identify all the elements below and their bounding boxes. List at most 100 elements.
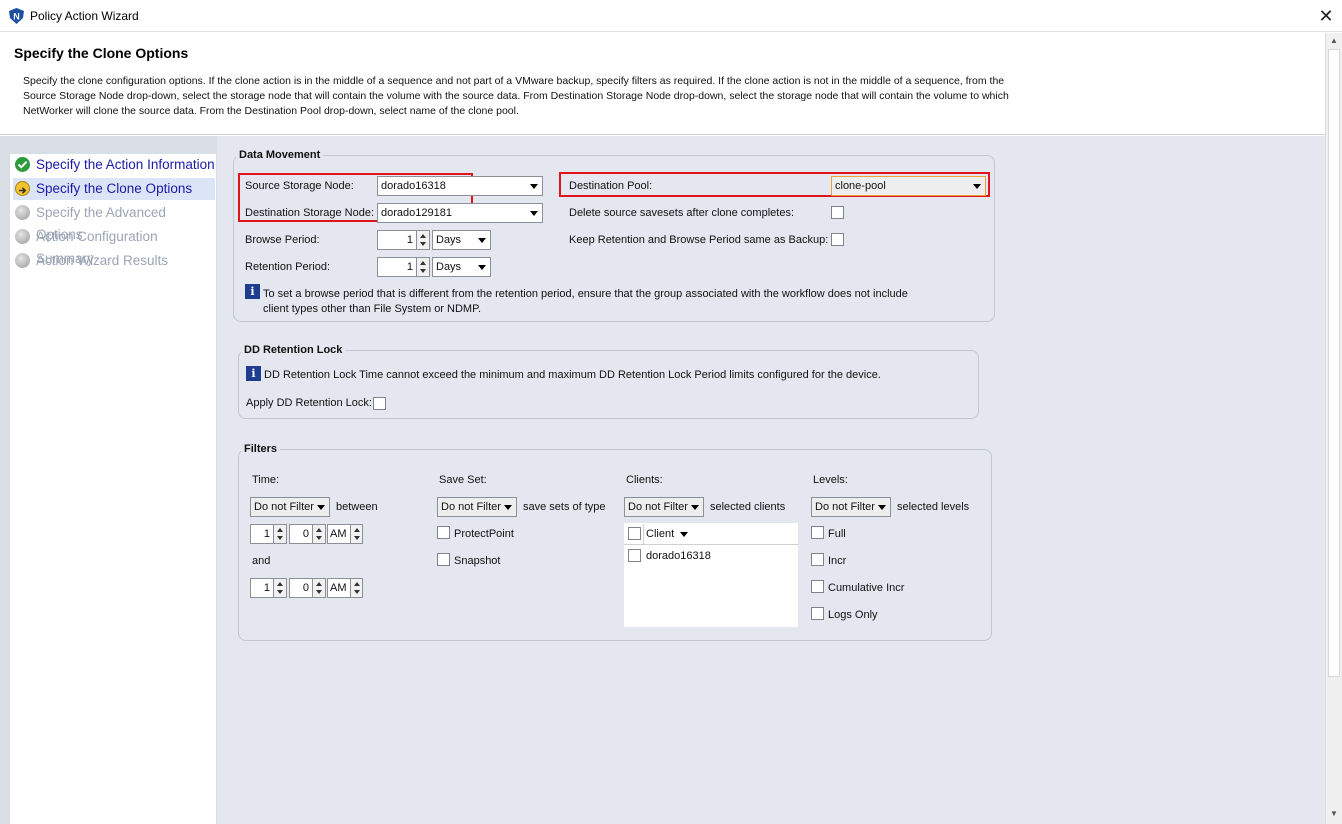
- dd-retention-info: DD Retention Lock Time cannot exceed the…: [264, 369, 881, 381]
- chevron-down-icon: [973, 184, 981, 189]
- spinner-arrows-icon[interactable]: [273, 525, 286, 543]
- clients-table-header: Client: [624, 523, 798, 545]
- apply-dd-retention-checkbox[interactable]: [373, 397, 386, 410]
- gray-dot-icon: [15, 205, 30, 220]
- start-ampm-spinner[interactable]: AM: [327, 524, 363, 544]
- nav-step-clone-options[interactable]: Specify the Clone Options: [13, 178, 215, 200]
- scroll-up-icon[interactable]: ▲: [1326, 33, 1342, 49]
- dest-node-select[interactable]: dorado129181: [377, 203, 543, 223]
- clients-filter-select[interactable]: Do not Filter: [624, 497, 704, 517]
- time-label: Time:: [252, 474, 280, 486]
- level-full-checkbox[interactable]: [811, 526, 824, 539]
- client-column-header[interactable]: Client: [646, 528, 674, 540]
- page-description: Specify the clone configuration options.…: [23, 75, 1009, 117]
- end-hour-value: 1: [263, 582, 270, 594]
- gray-dot-icon: [15, 229, 30, 244]
- retention-unit-select[interactable]: Days: [432, 257, 491, 277]
- nav-step-label: Specify the Action Information: [36, 157, 215, 172]
- nav-step-action-information[interactable]: Specify the Action Information: [13, 154, 215, 176]
- level-cumulative-incr-checkbox[interactable]: [811, 580, 824, 593]
- snapshot-checkbox[interactable]: [437, 553, 450, 566]
- start-minute-value: 0: [302, 528, 309, 540]
- browse-period-spinner[interactable]: 1: [377, 230, 430, 250]
- apply-dd-retention-label: Apply DD Retention Lock:: [246, 397, 372, 409]
- dest-pool-label: Destination Pool:: [569, 180, 653, 192]
- end-ampm-spinner[interactable]: AM: [327, 578, 363, 598]
- spinner-arrows-icon[interactable]: [312, 525, 325, 543]
- select-all-clients-checkbox[interactable]: [628, 527, 641, 540]
- chevron-down-icon[interactable]: [680, 532, 688, 537]
- save-set-suffix: save sets of type: [523, 501, 606, 513]
- end-ampm-value: AM: [330, 582, 347, 594]
- level-incr-checkbox[interactable]: [811, 553, 824, 566]
- nav-step-wizard-results[interactable]: Action Wizard Results: [13, 250, 215, 272]
- nav-step-configuration-summary[interactable]: Action Configuration Summary: [13, 226, 215, 266]
- window-title-bar: N Policy Action Wizard ✕: [0, 0, 1342, 32]
- filters-title: Filters: [241, 443, 281, 455]
- time-filter-select[interactable]: Do not Filter: [250, 497, 330, 517]
- end-hour-spinner[interactable]: 1: [250, 578, 287, 598]
- retention-period-label: Retention Period:: [245, 261, 330, 273]
- protectpoint-label: ProtectPoint: [454, 528, 514, 540]
- chevron-down-icon: [478, 265, 486, 270]
- dest-node-value: dorado129181: [381, 207, 452, 219]
- source-node-label: Source Storage Node:: [245, 180, 354, 192]
- spinner-arrows-icon[interactable]: [312, 579, 325, 597]
- delete-source-label: Delete source savesets after clone compl…: [569, 207, 795, 219]
- clients-table[interactable]: Client dorado16318: [624, 523, 798, 627]
- chevron-down-icon: [530, 184, 538, 189]
- source-node-value: dorado16318: [381, 180, 446, 192]
- svg-text:N: N: [13, 12, 20, 22]
- filters-group: [238, 449, 992, 641]
- level-logs-only-checkbox[interactable]: [811, 607, 824, 620]
- start-ampm-value: AM: [330, 528, 347, 540]
- nav-step-advanced-options[interactable]: Specify the Advanced Options: [13, 202, 215, 242]
- source-node-select[interactable]: dorado16318: [377, 176, 543, 196]
- keep-retention-checkbox[interactable]: [831, 233, 844, 246]
- end-minute-spinner[interactable]: 0: [289, 578, 326, 598]
- delete-source-checkbox[interactable]: [831, 206, 844, 219]
- vertical-scrollbar[interactable]: ▲ ▼: [1325, 33, 1342, 824]
- chevron-down-icon: [478, 238, 486, 243]
- retention-period-spinner[interactable]: 1: [377, 257, 430, 277]
- start-hour-spinner[interactable]: 1: [250, 524, 287, 544]
- dest-pool-select[interactable]: clone-pool: [831, 176, 986, 196]
- protectpoint-checkbox[interactable]: [437, 526, 450, 539]
- browse-unit-select[interactable]: Days: [432, 230, 491, 250]
- start-hour-value: 1: [263, 528, 270, 540]
- close-icon[interactable]: ✕: [1314, 4, 1338, 28]
- column-divider: [643, 524, 644, 544]
- levels-filter-select[interactable]: Do not Filter: [811, 497, 891, 517]
- check-icon: [15, 157, 30, 172]
- spinner-arrows-icon[interactable]: [416, 258, 429, 276]
- snapshot-label: Snapshot: [454, 555, 501, 567]
- wizard-steps-list: Specify the Action Information Specify t…: [10, 154, 216, 824]
- client-row-name: dorado16318: [646, 550, 711, 562]
- level-cumulative-incr-label: Cumulative Incr: [828, 582, 905, 594]
- arrow-icon: [15, 181, 30, 196]
- save-set-filter-value: Do not Filter: [441, 501, 501, 513]
- start-minute-spinner[interactable]: 0: [289, 524, 326, 544]
- chevron-down-icon: [530, 211, 538, 216]
- spinner-arrows-icon[interactable]: [273, 579, 286, 597]
- spinner-arrows-icon[interactable]: [350, 525, 362, 543]
- save-set-label: Save Set:: [439, 474, 487, 486]
- level-full-label: Full: [828, 528, 846, 540]
- time-filter-value: Do not Filter: [254, 501, 314, 513]
- gray-dot-icon: [15, 253, 30, 268]
- scrollbar-thumb[interactable]: [1328, 49, 1340, 677]
- spinner-arrows-icon[interactable]: [416, 231, 429, 249]
- dd-retention-title: DD Retention Lock: [241, 344, 346, 356]
- levels-suffix: selected levels: [897, 501, 970, 513]
- client-row-checkbox[interactable]: [628, 549, 641, 562]
- level-incr-label: Incr: [828, 555, 847, 567]
- info-icon: i: [246, 366, 261, 381]
- spinner-arrows-icon[interactable]: [350, 579, 362, 597]
- save-set-filter-select[interactable]: Do not Filter: [437, 497, 517, 517]
- scroll-down-icon[interactable]: ▼: [1326, 806, 1342, 822]
- wizard-steps-nav: Specify the Action Information Specify t…: [0, 136, 217, 824]
- browse-period-value: 1: [406, 234, 413, 246]
- clients-suffix: selected clients: [710, 501, 786, 513]
- clients-label: Clients:: [626, 474, 663, 486]
- page-title: Specify the Clone Options: [14, 45, 189, 61]
